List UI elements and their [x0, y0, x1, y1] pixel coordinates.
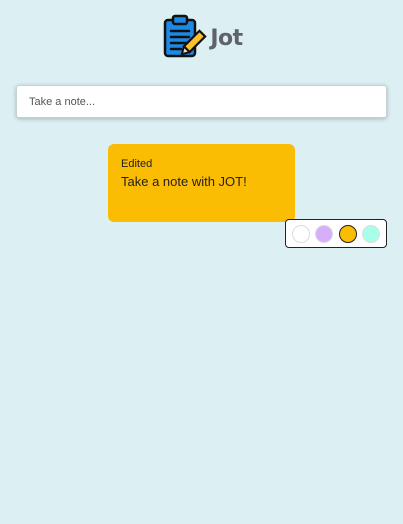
app-header: Jot: [0, 14, 403, 62]
color-swatch-purple[interactable]: [315, 224, 334, 243]
note-text: Take a note with JOT!: [121, 174, 247, 189]
app-title: Jot: [210, 25, 243, 51]
note-card[interactable]: Edited Take a note with JOT!: [108, 144, 295, 222]
take-note-input[interactable]: [17, 86, 386, 117]
note-status-label: Edited: [121, 158, 153, 170]
app-logo: Jot: [160, 14, 243, 62]
clipboard-pencil-icon: [164, 14, 208, 58]
color-swatch-white[interactable]: [292, 224, 310, 243]
note-input-container[interactable]: [16, 85, 387, 118]
color-swatch-yellow[interactable]: [338, 224, 357, 243]
color-swatch-teal[interactable]: [361, 224, 380, 243]
color-palette: [285, 219, 387, 248]
